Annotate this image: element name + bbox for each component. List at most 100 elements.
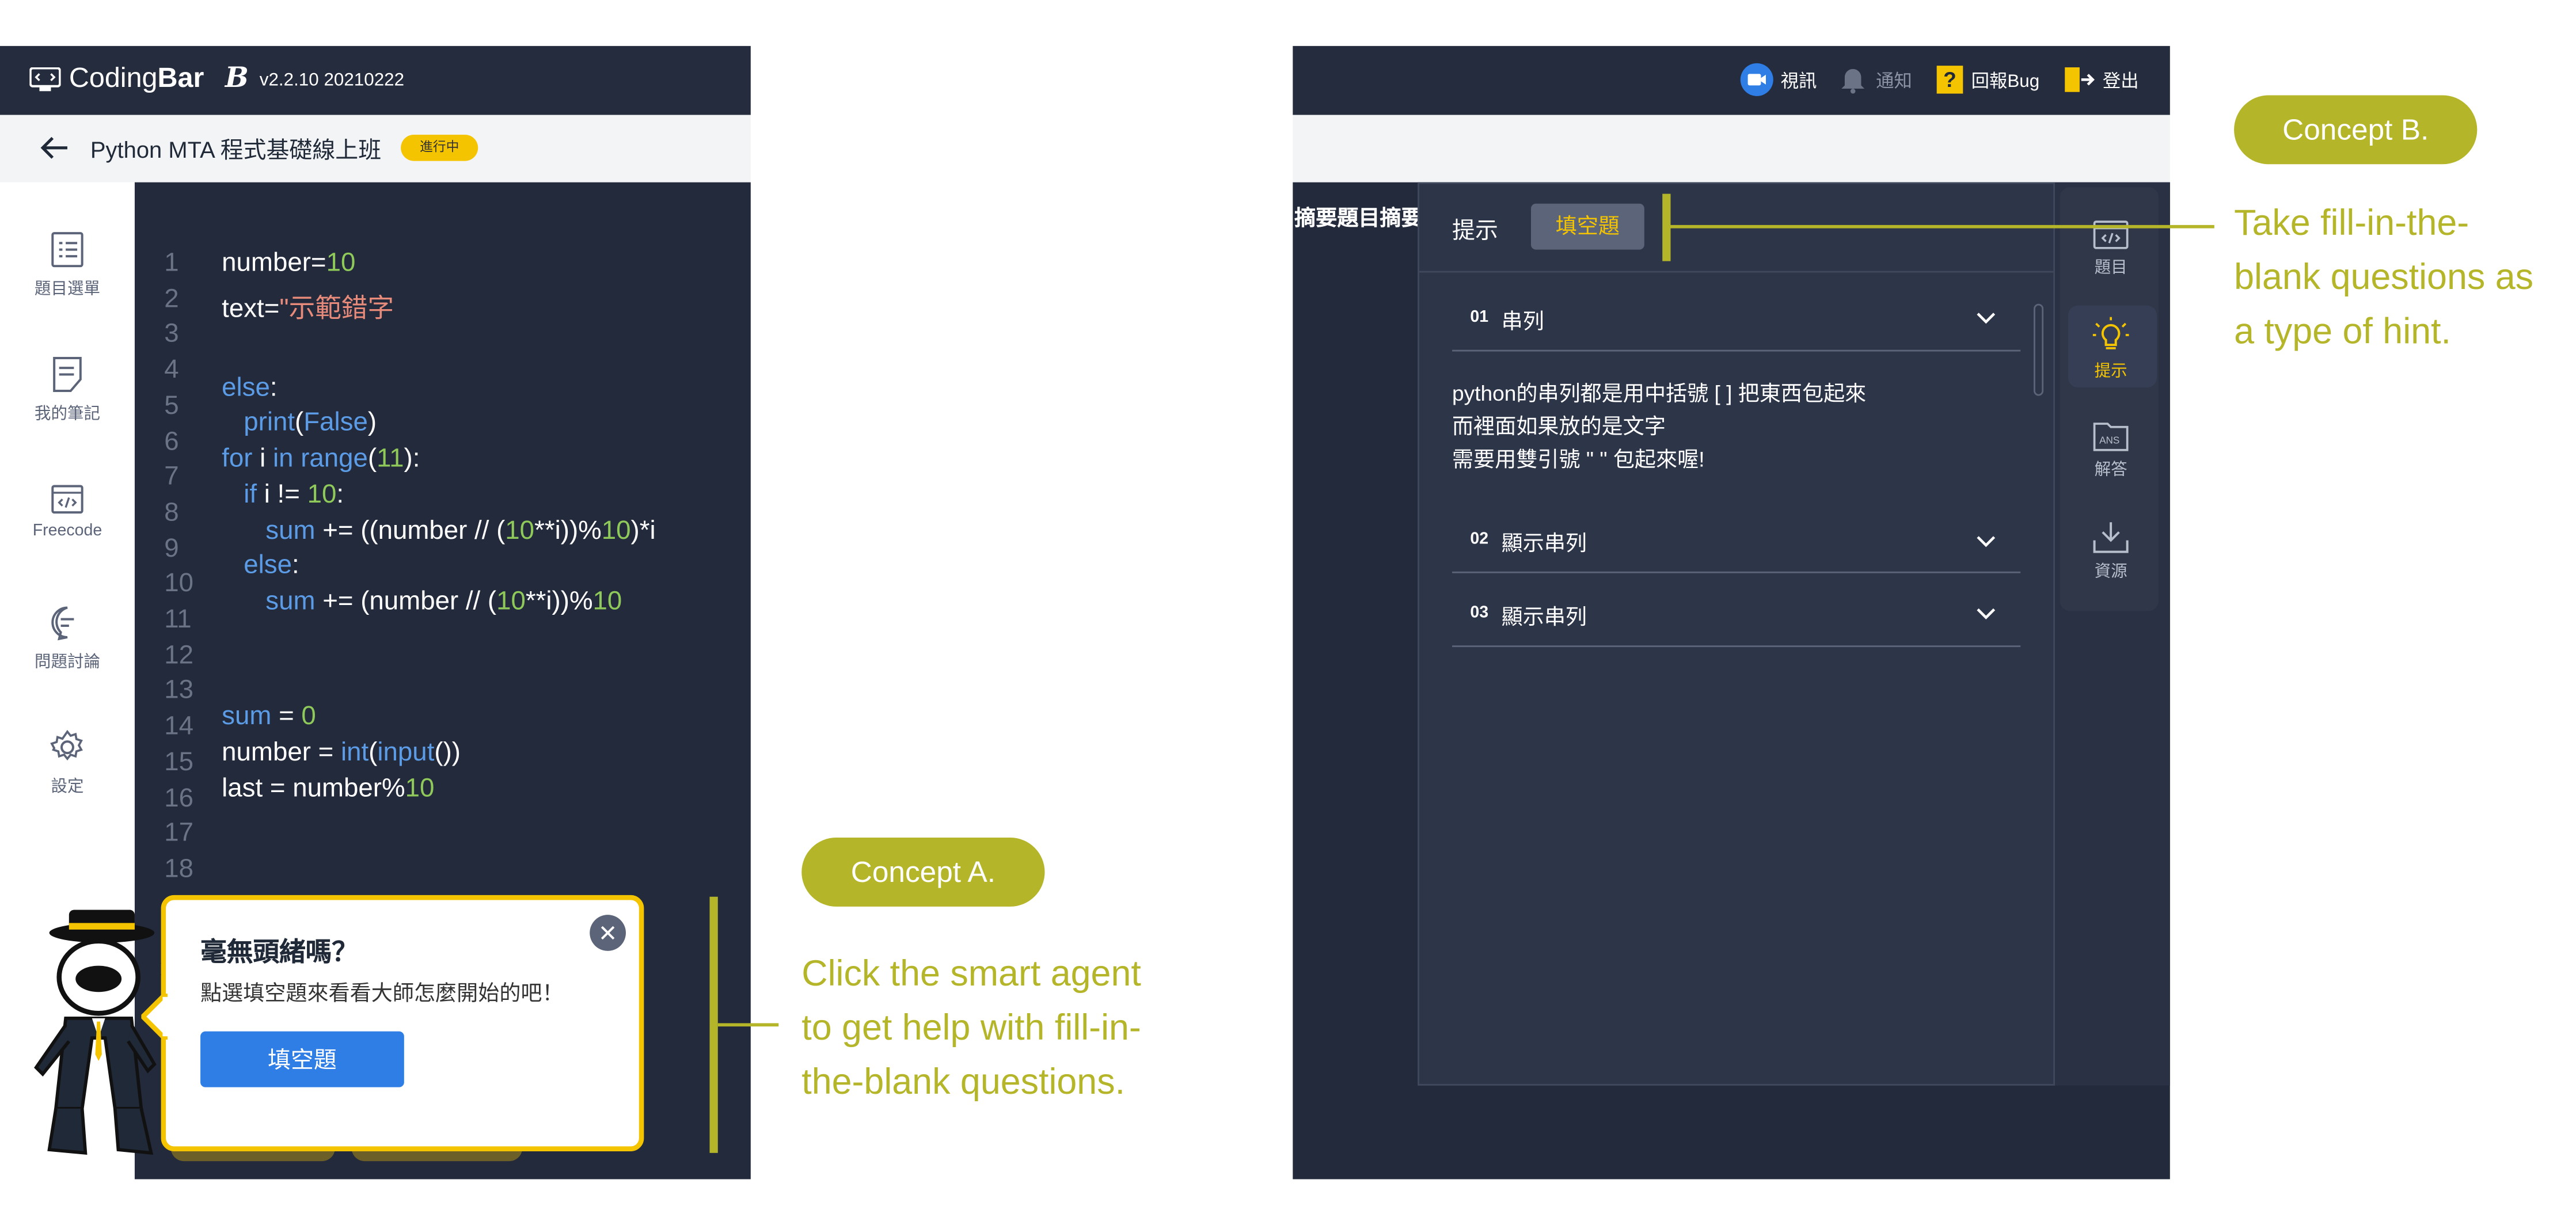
accordion-title[interactable]: 顯示串列 (1502, 526, 1587, 557)
video-icon (1740, 63, 1773, 96)
b-brand-mark: B (225, 62, 249, 96)
sidebar-item-label: Freecode (32, 522, 102, 541)
line-number: 5 (164, 392, 179, 420)
code-line: number = int(input()) (222, 739, 461, 767)
code-line: sum += (number // (10**i))%10 (265, 588, 622, 616)
line-number: 6 (164, 428, 179, 456)
accordion-number: 03 (1470, 604, 1489, 623)
code-line: text="示範錯字 (222, 295, 394, 324)
annotation-connector (717, 1023, 779, 1026)
line-number: 13 (164, 677, 194, 706)
ans-folder-icon: ANS (2093, 423, 2129, 451)
concept-b-label: Concept B. (2234, 95, 2478, 165)
line-number: 17 (164, 820, 194, 848)
note-icon (53, 356, 82, 393)
status-badge: 進行中 (401, 134, 478, 161)
line-number: 7 (164, 463, 179, 492)
annotation-bracket (1662, 193, 1671, 261)
chevron-down-icon[interactable] (1976, 535, 1996, 549)
report-bug-button[interactable]: 回報Bug (1971, 67, 2040, 94)
code-line: sum += ((number // (10**i))%10)*i (265, 517, 656, 546)
code-line: else: (222, 374, 278, 402)
accordion-number: 01 (1470, 309, 1489, 327)
concept-a-label: Concept A. (801, 838, 1045, 907)
back-arrow-icon[interactable] (39, 135, 69, 161)
rail-item-label: 資源 (2094, 563, 2127, 581)
line-number: 10 (164, 570, 194, 599)
chat-icon (51, 606, 74, 641)
sidebar-item-label: 問題討論 (34, 653, 101, 672)
gear-icon (50, 729, 83, 761)
code-line: else: (244, 551, 299, 580)
annotation-connector (1670, 225, 2214, 228)
close-icon[interactable]: ✕ (590, 915, 626, 951)
download-icon (2093, 522, 2129, 553)
line-number: 11 (164, 606, 192, 634)
accordion-number: 02 (1470, 530, 1489, 549)
concept-a-description: Click the smart agent to get help with f… (801, 952, 1141, 1102)
bug-report-icon: ? (1936, 66, 1963, 94)
sidebar-item-settings[interactable]: 設定 (0, 729, 135, 797)
line-number: 3 (164, 321, 179, 349)
rail-item-label: 提示 (2094, 363, 2127, 381)
logout-button[interactable]: 登出 (2103, 67, 2139, 94)
sidebar-item-freecode[interactable]: Freecode (0, 483, 135, 541)
accordion-title[interactable]: 顯示串列 (1502, 599, 1587, 630)
app-version: v2.2.10 20210222 (259, 70, 405, 90)
summary-label: 摘要題目摘要 (1294, 205, 1418, 230)
line-number: 14 (164, 713, 194, 741)
code-line: for i in range(11): (222, 445, 420, 473)
accordion-divider (1452, 645, 2021, 648)
fill-in-blank-button[interactable]: 填空題 (200, 1031, 404, 1087)
lightbulb-icon (2092, 317, 2129, 349)
codingbar-logo-icon (29, 67, 61, 92)
rail-item-label: 解答 (2094, 461, 2127, 480)
code-line: if i != 10: (244, 481, 344, 509)
video-button[interactable]: 視訊 (1781, 67, 1817, 94)
panel-divider (1419, 271, 2054, 273)
rail-item-label: 題目 (2094, 259, 2127, 278)
line-number: 1 (164, 249, 179, 278)
line-number: 16 (164, 784, 194, 812)
bubble-tail (141, 994, 168, 1040)
line-number: 4 (164, 356, 179, 385)
bubble-text: 點選填空題來看看大師怎麼開始的吧！ (200, 980, 564, 1006)
accordion-body-text: python的串列都是用中括號 [ ] 把東西包起來 而裡面如果放的是文字 需要… (1452, 381, 1867, 471)
chevron-down-icon[interactable] (1976, 608, 1996, 621)
annotation-bracket (709, 896, 718, 1153)
code-line: number=10 (222, 249, 356, 278)
accordion-divider (1452, 349, 2021, 352)
line-number: 18 (164, 855, 194, 884)
code-line: last = number%10 (222, 775, 435, 804)
concept-b-description: Take fill-in-the- blank questions as a t… (2234, 201, 2533, 352)
sidebar-item-discussion[interactable]: 問題討論 (0, 604, 135, 672)
notify-button[interactable]: 通知 (1876, 67, 1912, 94)
right-header-strip (1293, 115, 2170, 182)
code-line: sum = 0 (222, 703, 316, 731)
chevron-down-icon[interactable] (1976, 312, 1996, 325)
line-number: 9 (164, 534, 179, 563)
sidebar-item-label: 設定 (51, 778, 84, 797)
sidebar-item-label: 題目選單 (34, 280, 101, 299)
rail-item-answer[interactable]: ANS 解答 (2060, 419, 2162, 480)
code-window-icon (51, 485, 83, 514)
rail-item-hint[interactable]: 提示 (2060, 317, 2162, 381)
rail-item-question[interactable]: 題目 (2060, 220, 2162, 277)
course-title: Python MTA 程式基礎線上班 (90, 136, 382, 163)
hint-panel-title: 提示 (1452, 216, 1498, 244)
panel-scrollbar[interactable] (2034, 303, 2044, 396)
bubble-title: 毫無頭緒嗎？ (200, 939, 358, 968)
rail-item-resources[interactable]: 資源 (2060, 520, 2162, 581)
sidebar-item-question-menu[interactable]: 題目選單 (0, 231, 135, 299)
accordion-title[interactable]: 串列 (1502, 304, 1544, 335)
code-line: print(False) (244, 409, 377, 437)
logout-icon (2065, 67, 2095, 92)
accordion-divider (1452, 571, 2021, 573)
svg-text:ANS: ANS (2099, 435, 2119, 446)
app-logo-text: CodingBar (69, 62, 204, 94)
line-number: 12 (164, 641, 194, 670)
bell-icon (1841, 69, 1865, 94)
sidebar-item-notes[interactable]: 我的筆記 (0, 356, 135, 424)
tab-fill-in-blank[interactable]: 填空題 (1530, 203, 1644, 250)
list-icon (51, 232, 83, 268)
